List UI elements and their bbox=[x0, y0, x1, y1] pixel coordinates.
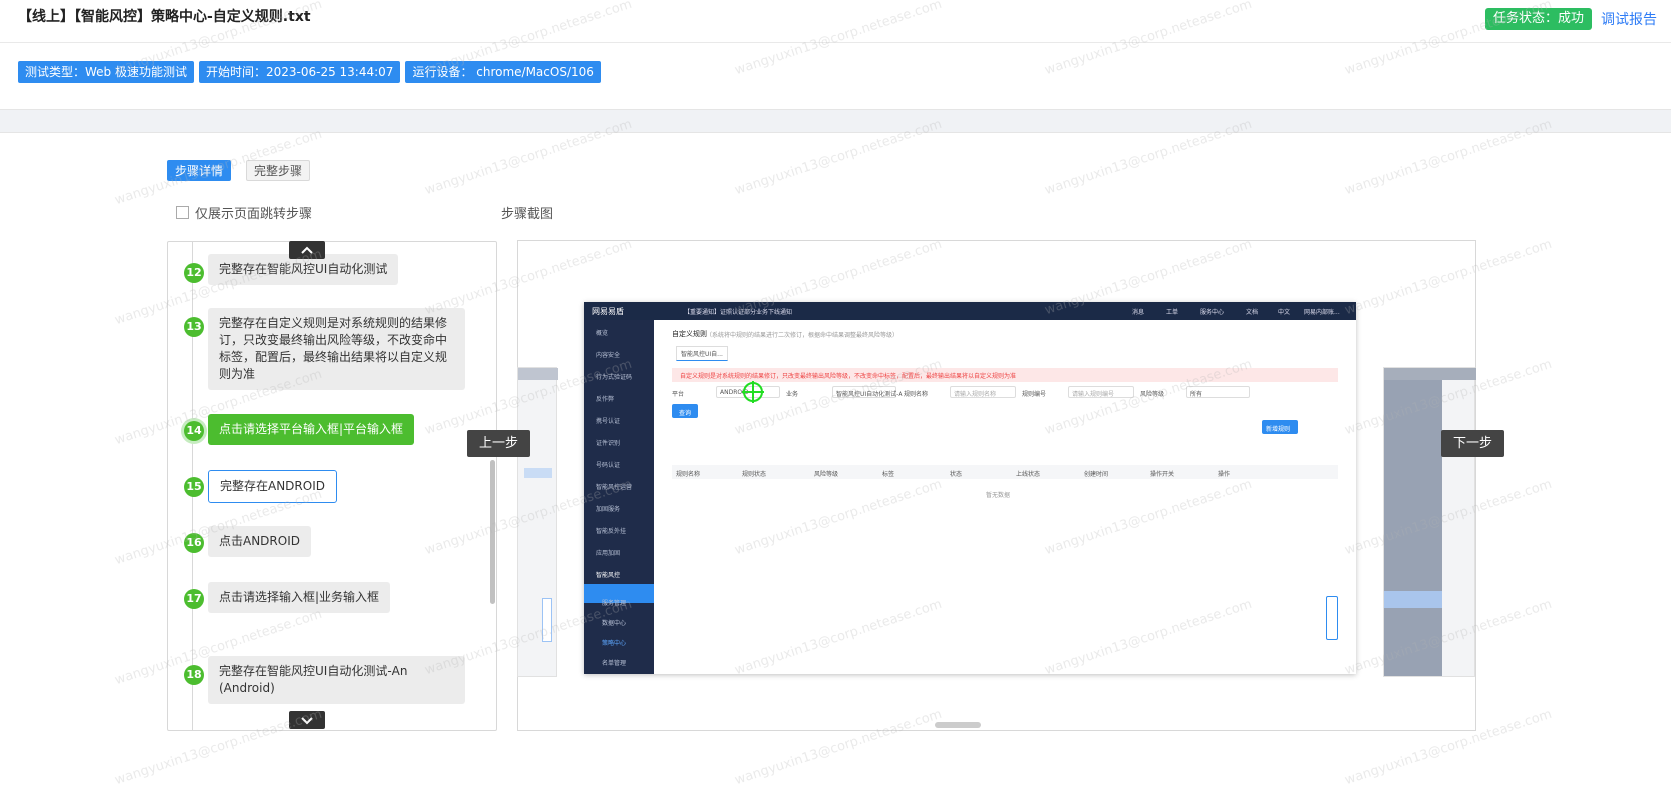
step-label[interactable]: 完整存在自定义规则是对系统规则的结果修订，只改变最终输出风险等级，不改变命中标签… bbox=[208, 308, 465, 390]
shot-empty-text: 暂无数据 bbox=[986, 492, 1011, 499]
shot-alert-text: 自定义规则是对系统规则的结果修订，只改变最终输出风险等级，不改变命中标签，配置后… bbox=[680, 373, 1017, 380]
shot-col: 状态 bbox=[950, 471, 963, 478]
shot-nav-item: 文档 bbox=[1246, 309, 1259, 316]
shot-col: 操作 bbox=[1218, 471, 1231, 478]
step-number: 13 bbox=[184, 317, 204, 337]
scroll-up-button[interactable] bbox=[289, 241, 325, 259]
shot-nav-item: 消息 bbox=[1132, 309, 1145, 316]
step-number: 12 bbox=[184, 263, 204, 283]
screenshot-section-label: 步骤截图 bbox=[501, 207, 554, 222]
steps-scrollbar[interactable] bbox=[490, 460, 495, 604]
shot-side-item: 携号认证 bbox=[596, 418, 621, 425]
shot-logo: 网易易盾 bbox=[592, 307, 624, 316]
shot-col: 规则名称 bbox=[676, 471, 701, 478]
shot-side-item: 行为式验证码 bbox=[596, 374, 633, 381]
shot-side-item: 反作弊 bbox=[596, 396, 615, 403]
debug-report-link[interactable]: 调试报告 bbox=[1601, 9, 1657, 29]
step-number: 15 bbox=[184, 477, 204, 497]
step-number: 17 bbox=[184, 589, 204, 609]
shot-filter-label: 规则名称 bbox=[904, 391, 929, 398]
shot-notice: 【重要通知】证照认证部分业务下线通知 bbox=[684, 309, 793, 316]
shot-side-item: 号码认证 bbox=[596, 462, 621, 469]
shot-col: 创建时间 bbox=[1084, 471, 1109, 478]
shot-nav-item: 中文 bbox=[1278, 309, 1291, 316]
shot-content: 自定义规则 （系统将中规则的结果进行二次修订，根据命中结果调整最终风险等级） 智… bbox=[654, 320, 1356, 674]
shot-nav-item: 服务中心 bbox=[1200, 309, 1225, 316]
shot-page-hint: （系统将中规则的结果进行二次修订，根据命中结果调整最终风险等级） bbox=[706, 332, 899, 339]
shot-side-item: 应用加固 bbox=[596, 550, 621, 557]
shot-side-item: 服务管理 bbox=[602, 600, 627, 607]
step-label[interactable]: 完整存在智能风控UI自动化测试-An (Android) bbox=[208, 656, 465, 704]
shot-table-header: 规则名称 规则状态 风险等级 标签 状态 上线状态 创建时间 操作开关 操作 bbox=[672, 465, 1338, 479]
prev-step-button[interactable]: 上一步 bbox=[467, 430, 531, 457]
shot-add-label: 新增规则 bbox=[1266, 426, 1291, 433]
step-label-active[interactable]: 点击请选择平台输入框|平台输入框 bbox=[208, 414, 415, 445]
chevron-up-icon bbox=[301, 246, 313, 254]
shot-filter-value: 智能风控UI自动化测试-A bbox=[836, 391, 903, 398]
shot-filter-value: 所有 bbox=[1190, 391, 1203, 398]
status-badge: 任务状态：成功 bbox=[1485, 8, 1593, 30]
tab-full-steps[interactable]: 完整步骤 bbox=[246, 160, 311, 181]
viewer-scrollbar[interactable] bbox=[935, 722, 981, 728]
crosshair-target-icon bbox=[742, 381, 764, 403]
shot-side-item: 策略中心 bbox=[602, 640, 627, 647]
step-label[interactable]: 点击请选择输入框|业务输入框 bbox=[208, 582, 391, 613]
shot-filter-value: 请输入规则名称 bbox=[954, 391, 997, 398]
shot-filter-label: 风险等级 bbox=[1140, 391, 1165, 398]
shot-nav-item: 工单 bbox=[1166, 309, 1179, 316]
shot-topbar: 网易易盾 【重要通知】证照认证部分业务下线通知 消息 工单 服务中心 文档 中文… bbox=[584, 302, 1356, 320]
shot-tab: 智能风控UI自... bbox=[676, 346, 728, 361]
report-header: 【线上】【智能风控】策略中心-自定义规则.txt 任务状态：成功 调试报告 测试… bbox=[0, 0, 1671, 110]
shot-side-item: 证件识别 bbox=[596, 440, 621, 447]
shot-float-widget bbox=[1326, 596, 1338, 640]
device-tag: 运行设备： chrome/MacOS/106 bbox=[405, 61, 601, 83]
start-time-tag: 开始时间：2023-06-25 13:44:07 bbox=[198, 61, 401, 83]
test-type-tag: 测试类型：Web 极速功能测试 bbox=[18, 61, 194, 83]
chevron-down-icon bbox=[301, 716, 313, 724]
shot-col: 上线状态 bbox=[1016, 471, 1041, 478]
shot-filter-label: 业务 bbox=[786, 391, 799, 398]
page-title: 【线上】【智能风控】策略中心-自定义规则.txt bbox=[18, 9, 311, 25]
shot-side-item: 数据中心 bbox=[602, 620, 627, 627]
shot-search-label: 查询 bbox=[679, 410, 692, 417]
shot-filter-value: 请输入规则编号 bbox=[1072, 391, 1115, 398]
shot-page-title: 自定义规则 bbox=[672, 330, 707, 338]
shot-side-item: 概览 bbox=[596, 330, 609, 337]
page-jump-label: 仅展示页面跳转步骤 bbox=[195, 207, 313, 222]
shot-side-item: 智能反外挂 bbox=[596, 528, 627, 535]
shot-side-item: 加固服务 bbox=[596, 506, 621, 513]
shot-side-item: 名单管理 bbox=[602, 660, 627, 667]
shot-filter-label: 平台 bbox=[672, 391, 685, 398]
step-number: 18 bbox=[184, 665, 204, 685]
shot-col: 标签 bbox=[882, 471, 895, 478]
prev-screenshot-thumb[interactable] bbox=[517, 367, 558, 677]
step-label[interactable]: 完整存在ANDROID bbox=[208, 470, 337, 503]
shot-col: 操作开关 bbox=[1150, 471, 1175, 478]
steps-list[interactable]: 12 完整存在智能风控UI自动化测试 13 完整存在自定义规则是对系统规则的结果… bbox=[167, 241, 497, 731]
step-number: 14 bbox=[184, 421, 204, 441]
shot-side-item: 内容安全 bbox=[596, 352, 621, 359]
step-screenshot: 网易易盾 【重要通知】证照认证部分业务下线通知 消息 工单 服务中心 文档 中文… bbox=[584, 302, 1356, 674]
page-jump-filter[interactable]: 仅展示页面跳转步骤 bbox=[176, 203, 312, 222]
step-number: 16 bbox=[184, 533, 204, 553]
shot-side-item: 智能风控运营 bbox=[596, 484, 633, 491]
shot-filter-label: 规则编号 bbox=[1022, 391, 1047, 398]
tab-step-details[interactable]: 步骤详情 bbox=[167, 160, 232, 181]
shot-nav-item: 网易内部账... bbox=[1304, 309, 1340, 316]
shot-col: 规则状态 bbox=[742, 471, 767, 478]
header-divider bbox=[0, 42, 1671, 43]
step-label[interactable]: 点击ANDROID bbox=[208, 526, 311, 557]
scroll-down-button[interactable] bbox=[289, 711, 325, 729]
next-step-button[interactable]: 下一步 bbox=[1441, 430, 1505, 457]
next-screenshot-thumb[interactable] bbox=[1383, 367, 1476, 677]
shot-alert: 自定义规则是对系统规则的结果修订，只改变最终输出风险等级，不改变命中标签，配置后… bbox=[672, 368, 1338, 382]
page-jump-checkbox[interactable] bbox=[176, 206, 189, 219]
shot-col: 风险等级 bbox=[814, 471, 839, 478]
shot-sidebar: 概览 内容安全 行为式验证码 反作弊 携号认证 证件识别 号码认证 智能风控运营… bbox=[584, 320, 654, 674]
shot-side-item: 智能风控 bbox=[596, 572, 621, 579]
info-tags: 测试类型：Web 极速功能测试 开始时间：2023-06-25 13:44:07… bbox=[18, 61, 601, 83]
